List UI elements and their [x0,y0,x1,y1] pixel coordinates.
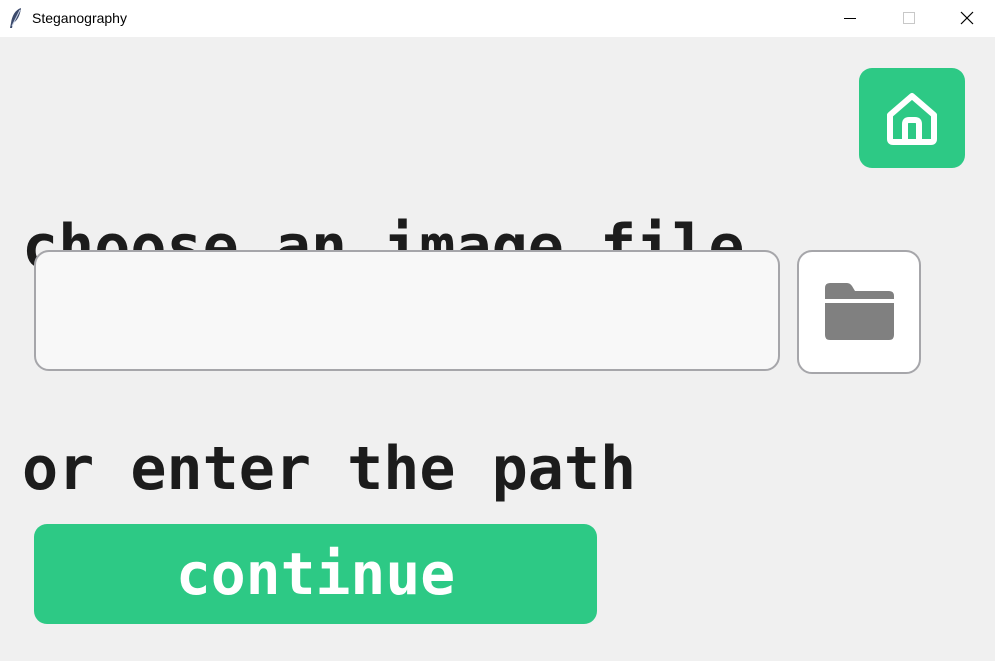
close-button[interactable] [937,0,995,37]
feather-icon [8,7,24,29]
title-bar: Steganography [0,0,995,37]
continue-button[interactable]: continue [34,524,597,624]
window-title: Steganography [32,10,127,26]
browse-file-button[interactable] [797,250,921,374]
maximize-icon [903,12,915,24]
close-icon [960,11,974,25]
minimize-button[interactable] [821,0,879,37]
home-button[interactable] [859,68,965,168]
folder-icon [825,283,894,340]
minimize-icon [844,18,856,19]
image-path-input[interactable] [34,250,780,371]
maximize-button[interactable] [879,0,937,37]
heading-line-2: or enter the path [22,434,637,504]
home-icon [887,93,937,145]
